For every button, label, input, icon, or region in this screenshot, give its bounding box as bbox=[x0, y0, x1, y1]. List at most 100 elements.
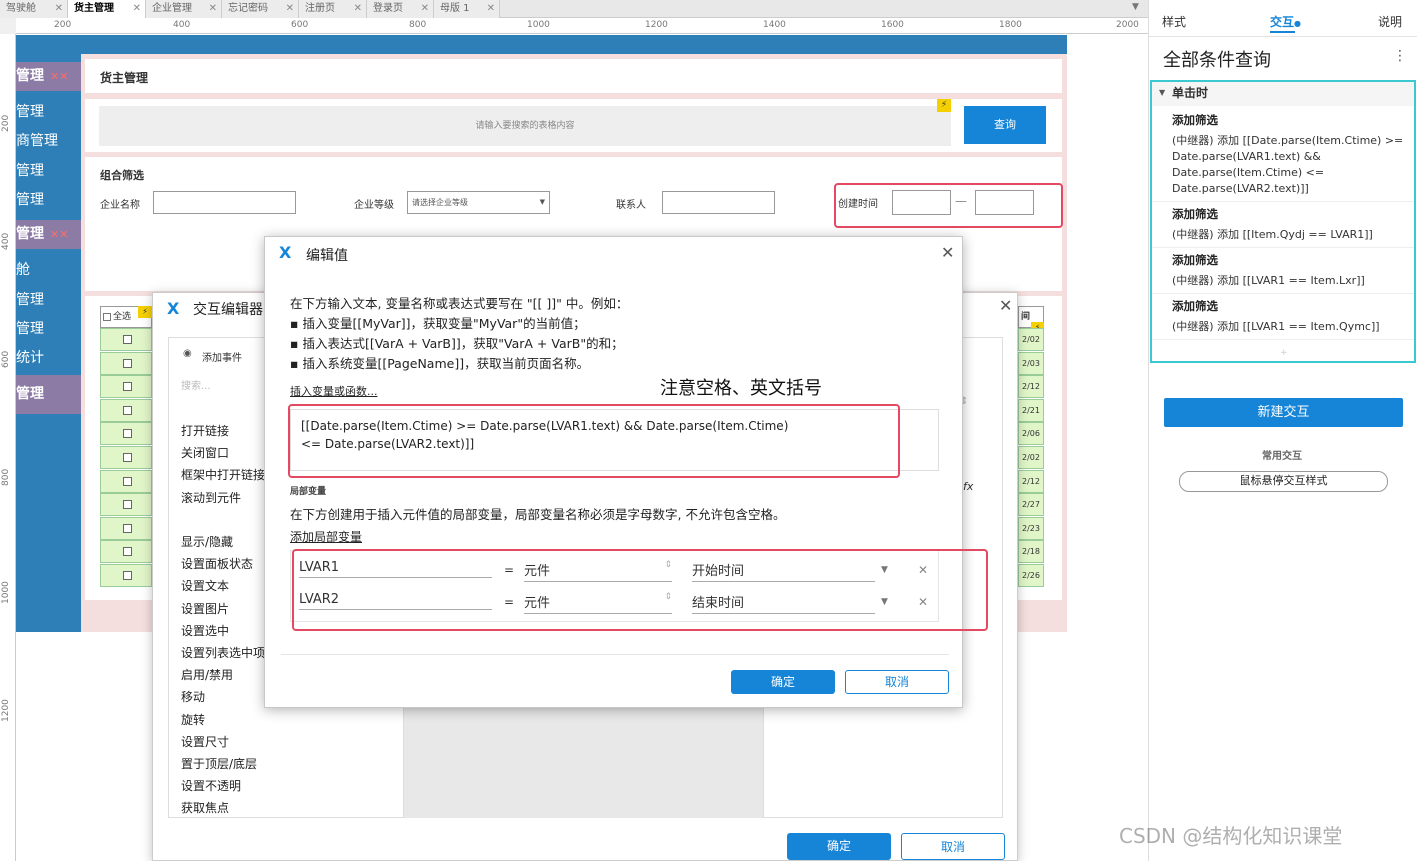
cancel-button[interactable]: 取消 bbox=[845, 670, 949, 694]
nav-item[interactable]: 管理 bbox=[16, 98, 81, 127]
close-icon[interactable]: ✕ bbox=[55, 0, 63, 18]
row-checkbox[interactable] bbox=[123, 453, 132, 462]
row-checkbox[interactable] bbox=[123, 476, 132, 486]
company-name-input[interactable] bbox=[153, 191, 296, 214]
insert-variable-link[interactable]: 插入变量或函数... bbox=[290, 383, 378, 399]
lightning-icon[interactable]: ⚡ bbox=[138, 306, 152, 318]
row-checkbox[interactable] bbox=[123, 335, 132, 344]
collapse-icon[interactable]: ✕✕ bbox=[50, 70, 68, 83]
row-checkbox[interactable] bbox=[123, 500, 132, 510]
action-item[interactable]: 旋转 bbox=[181, 709, 396, 731]
tab-label: 货主管理 bbox=[74, 3, 114, 14]
tab-login[interactable]: 登录页 ✕ bbox=[367, 0, 434, 18]
vertical-ruler: 200 400 600 800 1000 1200 bbox=[0, 34, 16, 861]
tab-interactions[interactable]: 交互● bbox=[1270, 13, 1301, 30]
highlight-local-vars bbox=[292, 549, 988, 631]
row-checkbox[interactable] bbox=[123, 405, 132, 415]
close-icon[interactable]: ✕ bbox=[941, 243, 954, 262]
add-local-var-link[interactable]: 添加局部变量 bbox=[290, 528, 362, 545]
row-checkbox[interactable] bbox=[123, 547, 132, 557]
company-level-select[interactable]: 请选择企业等级 ▼ bbox=[407, 191, 550, 214]
ok-button[interactable]: 确定 bbox=[731, 670, 835, 694]
action-title: 添加筛选 bbox=[1172, 299, 1218, 313]
local-vars-heading: 局部变量 bbox=[290, 487, 327, 497]
action-detail-line: Date.parse(LVAR2.text)]] bbox=[1172, 182, 1309, 195]
nav-section-header[interactable]: 管理 ✕✕ bbox=[16, 62, 81, 91]
add-action-icon[interactable]: + bbox=[1280, 348, 1288, 358]
contact-label: 联系人 bbox=[616, 200, 646, 211]
nav-item[interactable]: 管理 bbox=[16, 186, 81, 215]
close-icon[interactable]: ✕ bbox=[421, 0, 429, 18]
close-icon[interactable]: ✕ bbox=[487, 0, 495, 18]
nav-item[interactable]: 统计 bbox=[16, 344, 81, 373]
filter-action-card[interactable]: 添加筛选 (中继器) 添加 [[Date.parse(Item.Ctime) >=… bbox=[1152, 108, 1414, 202]
ruler-tick: 2000 bbox=[1116, 20, 1139, 30]
annotation-note: 注意空格、英文括号 bbox=[660, 378, 822, 399]
search-button[interactable]: 查询 bbox=[964, 106, 1046, 144]
close-icon[interactable]: ✕ bbox=[209, 0, 217, 18]
tab-style[interactable]: 样式 bbox=[1162, 13, 1186, 30]
tab-owner-management[interactable]: 货主管理 ✕ bbox=[68, 0, 146, 18]
table-date-cell: 2/12 bbox=[1018, 469, 1044, 493]
nav-item[interactable]: 商管理 bbox=[16, 127, 81, 156]
row-checkbox[interactable] bbox=[123, 358, 132, 368]
nav-section-header[interactable]: 管理 bbox=[16, 375, 81, 414]
event-header[interactable]: ▼ 单击时 bbox=[1152, 82, 1414, 106]
table-row-checkbox-cell bbox=[100, 516, 152, 540]
tab-company-management[interactable]: 企业管理 ✕ bbox=[146, 0, 222, 18]
table-date-cell: 2/03 bbox=[1018, 351, 1044, 375]
company-level-label: 企业等级 bbox=[354, 200, 394, 211]
more-options-icon[interactable]: ⋮ bbox=[1393, 48, 1407, 64]
table-date-cell: 2/26 bbox=[1018, 564, 1044, 587]
search-panel: 请输入要搜索的表格内容 ⚡ 查询 bbox=[85, 99, 1062, 152]
action-detail-line: Date.parse(Item.Ctime) <= bbox=[1172, 166, 1325, 179]
collapse-icon[interactable]: ✕✕ bbox=[50, 228, 68, 241]
add-event-button[interactable]: 添加事件 bbox=[202, 349, 242, 364]
editor-cancel-button[interactable]: 取消 bbox=[901, 833, 1005, 860]
nav-item[interactable]: 管理 bbox=[16, 286, 81, 315]
search-input[interactable]: 请输入要搜索的表格内容 bbox=[99, 106, 951, 146]
row-checkbox[interactable] bbox=[123, 382, 132, 392]
contact-input[interactable] bbox=[662, 191, 775, 214]
row-checkbox[interactable] bbox=[123, 429, 132, 439]
tab-dashboard[interactable]: 驾驶舱 ✕ bbox=[0, 0, 68, 18]
close-icon[interactable]: ✕ bbox=[133, 0, 141, 18]
tab-overflow-icon[interactable]: ▼ bbox=[1132, 2, 1139, 12]
new-interaction-button[interactable]: 新建交互 bbox=[1164, 398, 1403, 427]
filter-action-card[interactable]: 添加筛选 (中继器) 添加 [[LVAR1 == Item.Lxr]] bbox=[1152, 248, 1414, 294]
nav-item[interactable]: 管理 bbox=[16, 315, 81, 344]
hover-style-button[interactable]: 鼠标悬停交互样式 bbox=[1179, 471, 1388, 492]
tab-register[interactable]: 注册页 ✕ bbox=[299, 0, 367, 18]
dialog-title: 交互编辑器 bbox=[193, 302, 263, 318]
event-name: 单击时 bbox=[1172, 86, 1209, 100]
tab-notes[interactable]: 说明 bbox=[1378, 13, 1402, 30]
lightning-icon[interactable]: ⚡ bbox=[937, 99, 951, 112]
axure-logo-icon: X bbox=[167, 299, 180, 318]
editor-ok-button[interactable]: 确定 bbox=[787, 833, 891, 860]
highlight-expression bbox=[288, 404, 900, 478]
close-icon[interactable]: ✕ bbox=[286, 0, 294, 18]
page-header-band bbox=[16, 35, 1067, 54]
action-item[interactable]: 设置尺寸 bbox=[181, 731, 396, 753]
close-icon[interactable]: ✕ bbox=[999, 296, 1012, 315]
close-icon[interactable]: ✕ bbox=[354, 0, 362, 18]
tab-label: 注册页 bbox=[305, 3, 335, 14]
action-item[interactable]: 获取焦点 bbox=[181, 797, 396, 819]
row-checkbox[interactable] bbox=[123, 571, 132, 580]
nav-item[interactable]: 舱 bbox=[16, 256, 81, 285]
row-checkbox[interactable] bbox=[123, 523, 132, 533]
filter-action-card[interactable]: 添加筛选 (中继器) 添加 [[LVAR1 == Item.Qymc]] bbox=[1152, 294, 1414, 340]
nav-item[interactable]: 管理 bbox=[16, 157, 81, 186]
axure-logo-icon: X bbox=[279, 243, 292, 262]
nav-section-header[interactable]: 管理 ✕✕ bbox=[16, 220, 81, 249]
tab-master[interactable]: 母版 1 ✕ bbox=[434, 0, 500, 18]
action-item[interactable]: 设置不透明 bbox=[181, 775, 396, 797]
instruction-line: 在下方输入文本, 变量名称或表达式要写在 "[[ ]]" 中。例如： bbox=[290, 296, 629, 311]
action-detail-line: (中继器) 添加 [[Item.Qydj == LVAR1]] bbox=[1172, 228, 1373, 241]
function-icon[interactable]: fx bbox=[963, 480, 973, 493]
action-search-input[interactable]: 搜索... bbox=[181, 377, 211, 392]
dot-icon: ● bbox=[1294, 19, 1301, 28]
filter-action-card[interactable]: 添加筛选 (中继器) 添加 [[Item.Qydj == LVAR1]] bbox=[1152, 202, 1414, 248]
tab-forgot-password[interactable]: 忘记密码 ✕ bbox=[222, 0, 299, 18]
action-item[interactable]: 置于顶层/底层 bbox=[181, 753, 396, 775]
